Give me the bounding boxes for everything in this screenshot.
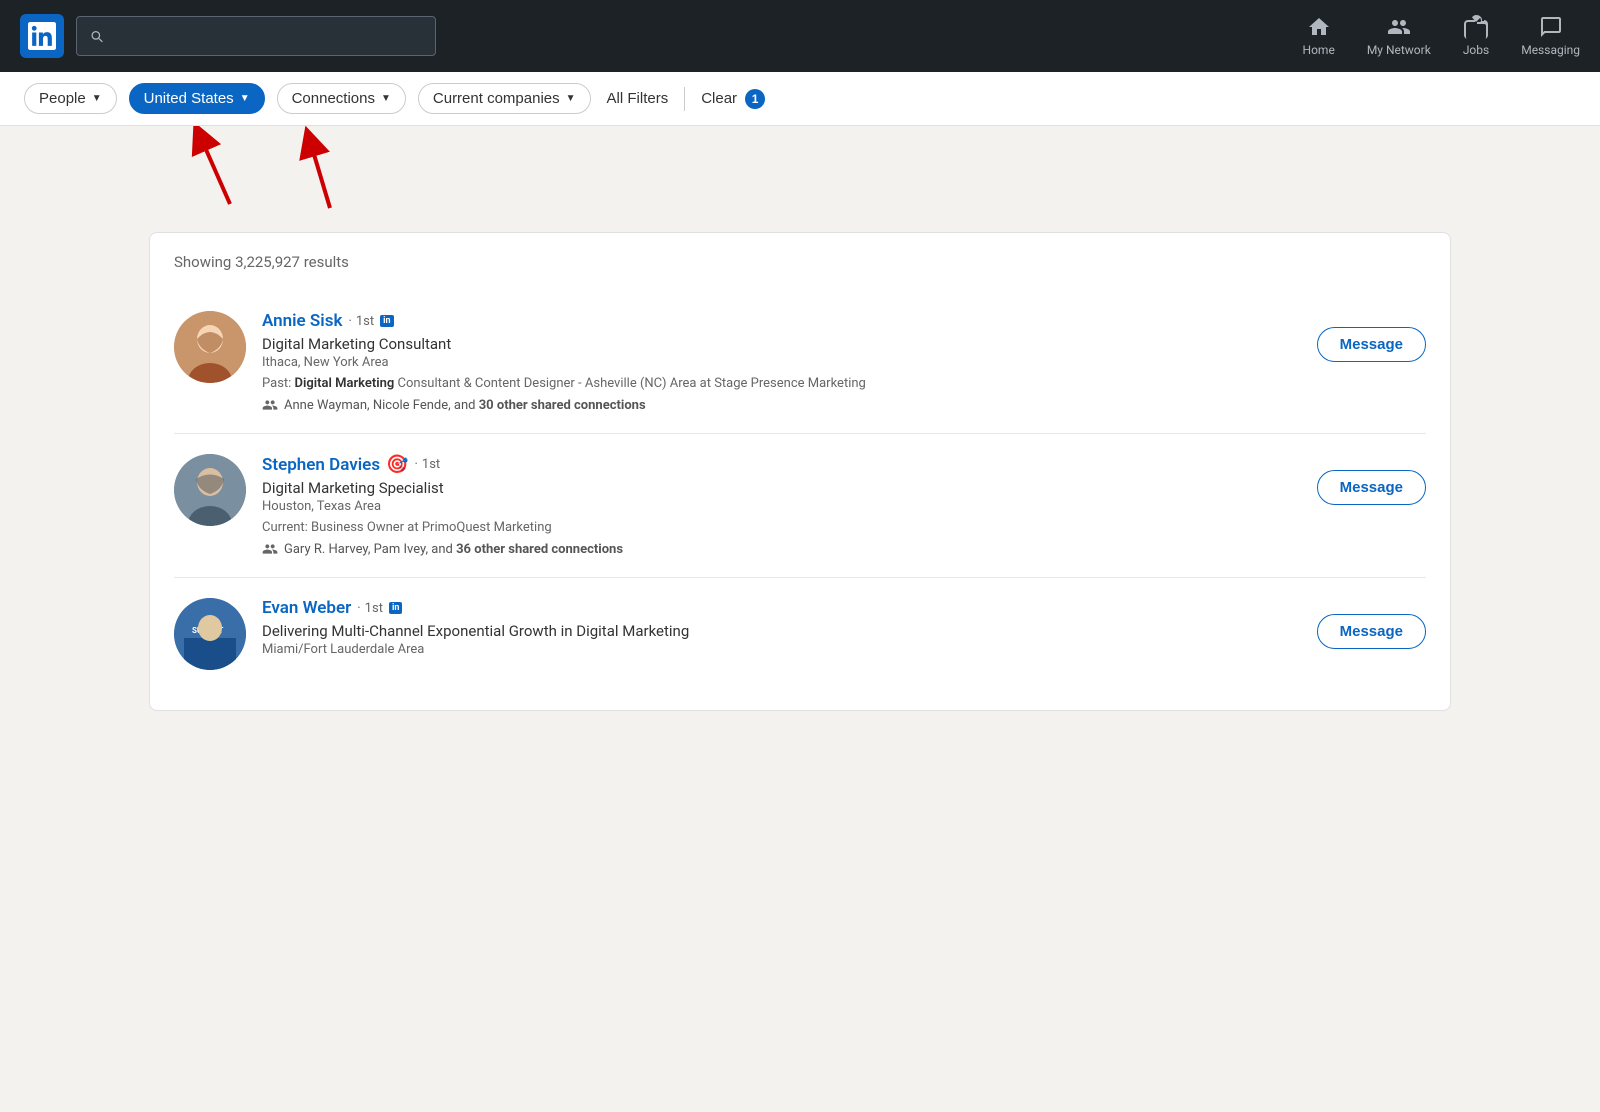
nav-jobs[interactable]: Jobs [1463,15,1489,57]
messaging-icon [1539,15,1563,39]
person-name[interactable]: Stephen Davies [262,455,380,475]
table-row: Annie Sisk · 1st in Digital Marketing Co… [174,291,1426,434]
search-input[interactable]: digital marketing [112,27,423,45]
person-name[interactable]: Annie Sisk [262,311,342,331]
person-title: Delivering Multi-Channel Exponential Gro… [262,622,1301,640]
home-icon [1307,15,1331,39]
nav-links: Home My Network Jobs Messaging [1303,15,1580,57]
annotation-area [0,126,1600,216]
linkedin-logo[interactable] [20,14,64,58]
people-filter[interactable]: People ▼ [24,83,117,114]
nav-my-network[interactable]: My Network [1367,15,1431,57]
current-companies-filter[interactable]: Current companies ▼ [418,83,591,114]
shared-connections: Anne Wayman, Nicole Fende, and 30 other … [262,397,1301,413]
clear-count-badge: 1 [745,89,765,109]
search-bar[interactable]: digital marketing [76,16,436,56]
connection-degree: · 1st [414,457,440,472]
location-filter[interactable]: United States ▼ [129,83,265,114]
people-chevron-icon: ▼ [92,93,102,104]
person-title: Digital Marketing Specialist [262,479,1301,497]
person-past: Current: Business Owner at PrimoQuest Ma… [262,520,1301,535]
target-icon: 🎯 [386,454,408,475]
avatar [174,311,246,383]
connections-filter[interactable]: Connections ▼ [277,83,406,114]
message-button[interactable]: Message [1317,470,1426,505]
clear-button[interactable]: Clear 1 [701,89,765,109]
connections-icon [262,397,278,413]
message-button[interactable]: Message [1317,327,1426,362]
table-row: SUMMIT Evan Weber · 1st in Delivering Mu… [174,578,1426,690]
results-card: Showing 3,225,927 results Annie Sisk · 1… [149,232,1451,711]
message-button[interactable]: Message [1317,614,1426,649]
person-title: Digital Marketing Consultant [262,335,1301,353]
person-location: Miami/Fort Lauderdale Area [262,642,1301,657]
avatar [174,454,246,526]
linkedin-badge: in [380,315,393,327]
results-count: Showing 3,225,927 results [174,253,1426,271]
nav-home[interactable]: Home [1303,15,1335,57]
jobs-icon [1464,15,1488,39]
arrow-annotations [0,126,1600,216]
person-name[interactable]: Evan Weber [262,598,351,618]
location-chevron-icon: ▼ [240,93,250,104]
person-info: Stephen Davies 🎯 · 1st Digital Marketing… [262,454,1301,557]
person-location: Ithaca, New York Area [262,355,1301,370]
person-name-line: Annie Sisk · 1st in [262,311,1301,331]
connection-degree: · 1st [357,601,383,616]
person-past: Past: Digital Marketing Consultant & Con… [262,376,1301,391]
person-info: Annie Sisk · 1st in Digital Marketing Co… [262,311,1301,413]
search-icon [89,28,104,44]
connection-degree: · 1st [348,314,374,329]
nav-messaging[interactable]: Messaging [1521,15,1580,57]
connections-chevron-icon: ▼ [381,93,391,104]
connections-icon [262,541,278,557]
filter-bar: People ▼ United States ▼ Connections ▼ C… [0,72,1600,126]
all-filters-button[interactable]: All Filters [607,90,669,107]
person-name-line: Evan Weber · 1st in [262,598,1301,618]
filter-divider [684,87,685,111]
person-info: Evan Weber · 1st in Delivering Multi-Cha… [262,598,1301,663]
person-location: Houston, Texas Area [262,499,1301,514]
navbar: digital marketing Home My Network Jobs M… [0,0,1600,72]
network-icon [1387,15,1411,39]
main-content: Showing 3,225,927 results Annie Sisk · 1… [125,232,1475,711]
linkedin-badge: in [389,602,402,614]
shared-connections: Gary R. Harvey, Pam Ivey, and 36 other s… [262,541,1301,557]
table-row: Stephen Davies 🎯 · 1st Digital Marketing… [174,434,1426,578]
avatar: SUMMIT [174,598,246,670]
companies-chevron-icon: ▼ [566,93,576,104]
person-name-line: Stephen Davies 🎯 · 1st [262,454,1301,475]
